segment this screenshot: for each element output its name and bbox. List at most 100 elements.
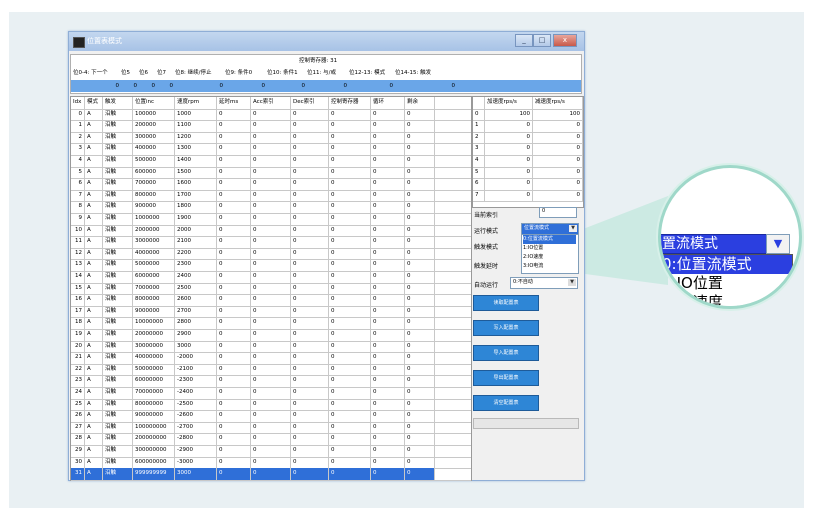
table-cell[interactable]: 0 <box>371 421 405 434</box>
table-cell[interactable]: 0 <box>217 375 251 387</box>
table-cell[interactable]: 0 <box>329 375 371 387</box>
table-cell[interactable]: 0 <box>217 120 251 132</box>
table-cell[interactable]: 沿触 <box>103 271 133 283</box>
table-cell[interactable]: 0 <box>405 143 435 155</box>
table-cell[interactable]: 0 <box>371 317 405 329</box>
table-cell[interactable]: 2900 <box>175 329 217 341</box>
accel-cell[interactable]: 0 <box>533 166 583 179</box>
table-cell[interactable]: 0 <box>405 445 435 457</box>
table-cell[interactable]: 沿触 <box>103 155 133 167</box>
accel-cell[interactable]: 0 <box>485 143 533 155</box>
table-cell[interactable]: 0 <box>217 224 251 237</box>
table-cell[interactable]: 7000000 <box>133 282 175 295</box>
table-cell[interactable]: 沿触 <box>103 410 133 422</box>
table-cell[interactable]: 沿触 <box>103 282 133 295</box>
table-cell[interactable]: 6000000 <box>133 271 175 283</box>
accel-cell[interactable]: 6 <box>473 178 485 190</box>
accel-cell[interactable]: 0 <box>485 131 533 144</box>
table-cell[interactable]: 0 <box>371 108 405 121</box>
table-cell[interactable]: A <box>85 317 103 329</box>
table-cell[interactable]: 0 <box>371 329 405 341</box>
table-cell[interactable]: A <box>85 213 103 225</box>
table-cell[interactable]: 0 <box>291 445 329 457</box>
table-cell[interactable]: 0 <box>251 155 291 167</box>
table-cell[interactable]: 3000 <box>175 340 217 353</box>
table-cell[interactable]: 0 <box>329 189 371 202</box>
table-cell[interactable]: 1200 <box>175 131 217 144</box>
table-cell[interactable]: 0 <box>217 421 251 434</box>
table-cell[interactable]: 0 <box>217 317 251 329</box>
table-cell[interactable]: 0 <box>251 421 291 434</box>
table-cell[interactable]: 沿触 <box>103 143 133 155</box>
table-cell[interactable]: 0 <box>251 445 291 457</box>
table-cell[interactable]: 70000000 <box>133 387 175 399</box>
table-cell[interactable]: 0 <box>291 375 329 387</box>
table-cell[interactable]: A <box>85 340 103 353</box>
table-cell[interactable]: 0 <box>405 120 435 132</box>
table-cell[interactable]: 0 <box>291 433 329 445</box>
accel-cell[interactable]: 0 <box>533 131 583 144</box>
table-cell[interactable]: 30 <box>71 456 85 469</box>
table-cell[interactable]: 0 <box>291 224 329 237</box>
accel-cell[interactable]: 100 <box>485 108 533 121</box>
accel-cell[interactable]: 4 <box>473 155 485 167</box>
table-cell[interactable]: 0 <box>251 271 291 283</box>
accel-cell[interactable]: 100 <box>533 108 583 121</box>
table-cell[interactable]: -2100 <box>175 363 217 376</box>
clear-config-button[interactable]: 清空配置表 <box>473 395 539 411</box>
table-cell[interactable]: 0 <box>371 468 405 480</box>
table-cell[interactable]: 0 <box>291 305 329 318</box>
table-cell[interactable]: 0 <box>329 456 371 469</box>
table-cell[interactable]: 2300 <box>175 259 217 271</box>
table-cell[interactable]: 0 <box>371 271 405 283</box>
table-cell[interactable]: 0 <box>329 387 371 399</box>
table-cell[interactable]: 0 <box>251 166 291 179</box>
table-cell[interactable]: 沿触 <box>103 329 133 341</box>
table-cell[interactable]: 0 <box>329 410 371 422</box>
table-cell[interactable]: 沿触 <box>103 340 133 353</box>
table-cell[interactable]: 0 <box>291 271 329 283</box>
accel-cell[interactable]: 7 <box>473 189 485 202</box>
control-register-value[interactable]: 0 <box>307 83 348 89</box>
table-cell[interactable]: 900000 <box>133 201 175 213</box>
table-cell[interactable]: 0 <box>329 352 371 364</box>
table-cell[interactable]: A <box>85 410 103 422</box>
table-cell[interactable]: 0 <box>405 108 435 121</box>
table-cell[interactable]: 700000 <box>133 178 175 190</box>
current-index-field[interactable]: 0 <box>539 207 577 218</box>
table-cell[interactable]: 19 <box>71 329 85 341</box>
table-cell[interactable]: 0 <box>329 305 371 318</box>
table-cell[interactable]: 0 <box>251 375 291 387</box>
table-cell[interactable]: 20 <box>71 340 85 353</box>
table-cell[interactable]: 30000000 <box>133 340 175 353</box>
table-cell[interactable]: 0 <box>405 329 435 341</box>
accel-cell[interactable]: 0 <box>533 143 583 155</box>
run-mode-option[interactable]: 0:位置流模式 <box>523 235 576 244</box>
control-register-value[interactable]: 0 <box>395 83 456 89</box>
table-cell[interactable]: 0 <box>329 282 371 295</box>
table-cell[interactable]: 0 <box>329 247 371 260</box>
table-cell[interactable]: 0 <box>371 155 405 167</box>
table-cell[interactable]: 9 <box>71 213 85 225</box>
table-cell[interactable]: 0 <box>251 317 291 329</box>
table-cell[interactable]: 2700 <box>175 305 217 318</box>
table-cell[interactable]: 0 <box>371 131 405 144</box>
table-cell[interactable]: A <box>85 375 103 387</box>
table-cell[interactable]: 0 <box>371 178 405 190</box>
table-cell[interactable]: 0 <box>291 247 329 260</box>
table-cell[interactable]: A <box>85 108 103 121</box>
table-cell[interactable]: 800000 <box>133 189 175 202</box>
table-cell[interactable]: -2300 <box>175 375 217 387</box>
table-cell[interactable]: 8000000 <box>133 294 175 306</box>
export-config-button[interactable]: 导出配置表 <box>473 370 539 386</box>
table-cell[interactable]: 沿触 <box>103 445 133 457</box>
table-cell[interactable]: A <box>85 433 103 445</box>
table-cell[interactable]: 5000000 <box>133 259 175 271</box>
table-cell[interactable]: 7 <box>71 189 85 202</box>
table-cell[interactable]: 0 <box>291 201 329 213</box>
table-cell[interactable]: 0 <box>371 340 405 353</box>
table-cell[interactable]: 2400 <box>175 271 217 283</box>
table-cell[interactable]: 0 <box>217 433 251 445</box>
table-cell[interactable]: 0 <box>329 398 371 411</box>
table-cell[interactable]: 0 <box>217 189 251 202</box>
